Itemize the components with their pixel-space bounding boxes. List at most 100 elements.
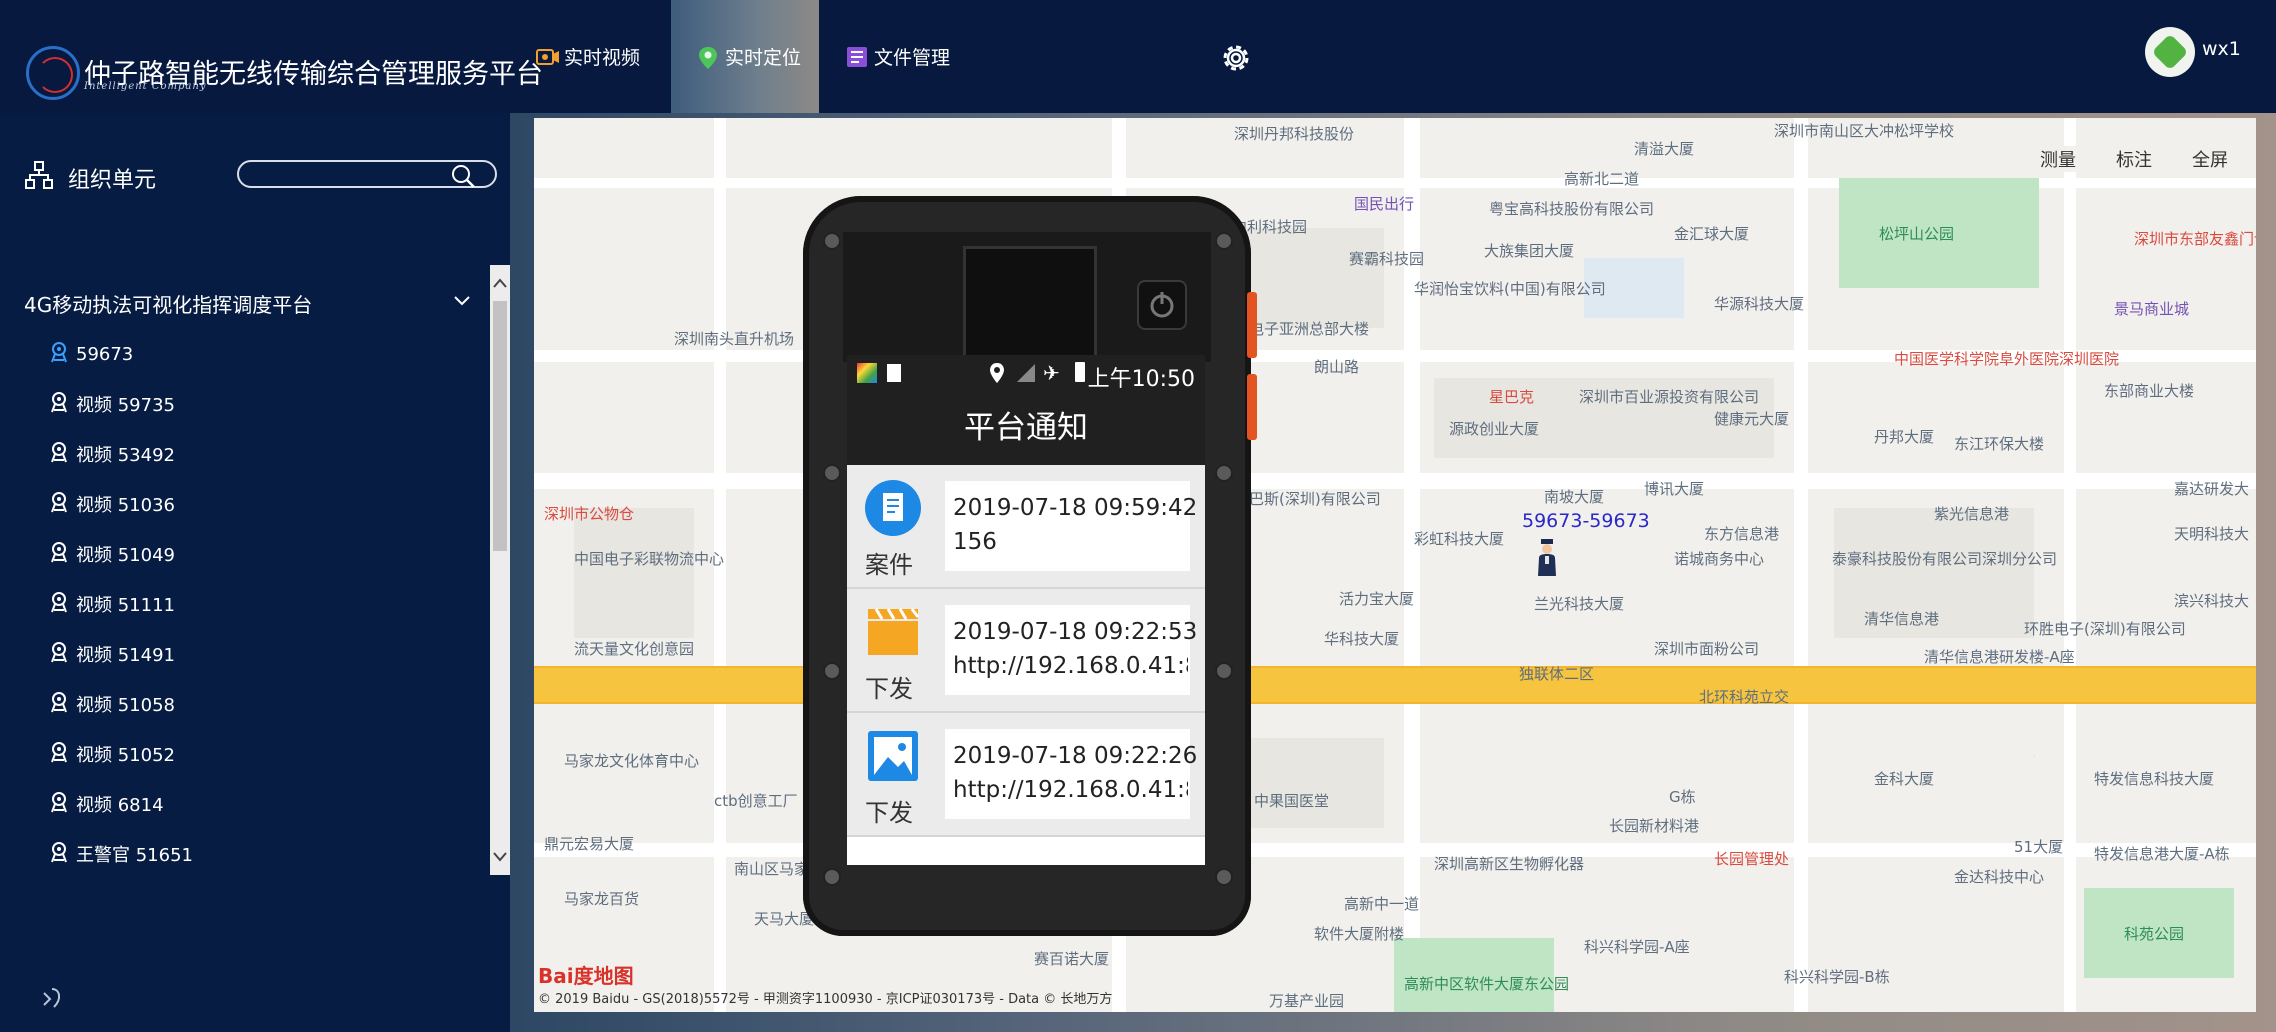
device-list-item[interactable]: 视频 51049 (48, 529, 193, 579)
device-list-item[interactable]: 视频 51036 (48, 479, 193, 529)
notification-time: 2019-07-18 09:22:53 (953, 619, 1198, 645)
officer-icon (48, 391, 76, 418)
map-label: 华科技大厦 (1324, 630, 1400, 648)
phone-screw (823, 868, 841, 886)
notification-card: 2019-07-18 09:22:53 http://192.168.0.41:… (945, 605, 1197, 695)
map-label: 粤宝高科技股份有限公司 (1489, 200, 1655, 218)
platform-subtitle: Intelligent Company (84, 81, 207, 92)
notification-item[interactable]: 案件 2019-07-18 09:59:42 156 (847, 465, 1205, 589)
notification-card: 2019-07-18 09:59:42 156 (945, 481, 1197, 571)
notification-detail: http://192.168.0.41:8... (953, 777, 1188, 803)
power-icon (1137, 280, 1187, 330)
map-road (534, 473, 2256, 489)
device-list-item[interactable]: 视频 6814 (48, 779, 193, 829)
police-officer-marker-icon[interactable] (1534, 538, 1560, 578)
map-label: 金达科技中心 (1954, 868, 2045, 886)
device-list-item-label: 视频 51049 (76, 545, 175, 566)
map-label: 深圳市公物仓 (544, 505, 635, 523)
notification-detail: http://192.168.0.41:8... (953, 653, 1188, 679)
nav-realtime-location-label: 实时定位 (725, 47, 802, 69)
airplane-mode-icon: ✈ (1043, 361, 1060, 385)
map-label: 天明科技大 (2174, 525, 2250, 543)
notification-item[interactable]: 下发 2019-07-18 09:22:53 http://192.168.0.… (847, 589, 1205, 713)
map-label: 景马商业城 (2114, 300, 2190, 318)
puzzle-icon (2151, 33, 2189, 71)
notification-item[interactable]: 下发 2019-07-18 09:22:26 http://192.168.0.… (847, 713, 1205, 837)
tree-root-label[interactable]: 4G移动执法可视化指挥调度平台 (24, 289, 312, 318)
device-list-item[interactable]: 59673 (48, 329, 193, 379)
scrollbar-thumb[interactable] (493, 301, 507, 551)
device-list-item[interactable]: 视频 51052 (48, 729, 193, 779)
collapse-panel-icon[interactable] (40, 985, 66, 1011)
officer-icon (48, 641, 76, 668)
map-label: 科兴科学园-B栋 (1784, 968, 1890, 986)
notification-type: 下发 (865, 799, 913, 827)
device-list-item[interactable]: 视频 51111 (48, 579, 193, 629)
map-label: 兰光科技大厦 (1534, 595, 1625, 613)
chevron-down-icon[interactable] (452, 291, 472, 311)
map-label: 中国电子彩联物流中心 (574, 550, 725, 568)
gear-icon[interactable] (1218, 40, 1254, 76)
map-label: 深圳丹邦科技股份 (1234, 125, 1355, 143)
map-label: G栋 (1669, 788, 1696, 806)
top-bar: 仲子路智能无线传输综合管理服务平台 Intelligent Company 实时… (0, 0, 2276, 113)
measure-tool-button[interactable]: 测量 (2040, 146, 2076, 172)
phone-screw (1215, 662, 1233, 680)
phone-status-bar: ✈ 上午10:50 (847, 355, 1205, 393)
scroll-up-icon[interactable] (492, 273, 508, 295)
device-list-item[interactable]: 视频 51491 (48, 629, 193, 679)
map-copyright: © 2019 Baidu - GS(2018)5572号 - 甲测资字11009… (538, 992, 1113, 1007)
map-label: 活力宝大厦 (1339, 590, 1415, 608)
marker-label: 59673-59673 (1522, 510, 1650, 532)
map-label: 独联体二区 (1519, 665, 1595, 683)
phone-camera (963, 246, 1097, 364)
map-label: 高新中区软件大厦东公园 (1404, 975, 1570, 993)
map-label: 滨兴科技大 (2174, 592, 2250, 610)
map-label: 清华信息港 (1864, 610, 1940, 628)
map-label: 深圳市东部友鑫门诊部 (2134, 230, 2256, 248)
map-label: 丹邦大厦 (1874, 428, 1935, 446)
map-label: 长园新材料港 (1609, 817, 1700, 835)
map-label: 深圳市百业源投资有限公司 (1579, 388, 1760, 406)
map-label: 华润怡宝饮料(中国)有限公司 (1414, 280, 1606, 298)
map-view[interactable]: 深圳丹邦科技股份 清溢大厦 深圳市南山区大冲松坪学校 高新北二道 国民出行 粤宝… (534, 118, 2256, 1012)
nav-file-management[interactable]: 文件管理 (846, 0, 950, 113)
device-phone-preview: ✈ 上午10:50 平台通知 案件 2019-07-18 09:59:42 15… (803, 196, 1257, 936)
tree-scrollbar[interactable] (490, 265, 510, 875)
search-icon[interactable] (450, 163, 476, 189)
nav-realtime-video[interactable]: 实时视频 (536, 0, 640, 113)
map-label: 特发信息港大厦-A栋 (2094, 845, 2230, 863)
nav-realtime-location[interactable]: 实时定位 (671, 0, 819, 113)
username[interactable]: wx1 (2202, 38, 2241, 60)
document-icon (864, 479, 922, 537)
device-list-item[interactable]: 视频 59735 (48, 379, 193, 429)
map-label: 鼎元宏易大厦 (544, 835, 635, 853)
mark-tool-button[interactable]: 标注 (2116, 146, 2152, 172)
fullscreen-button[interactable]: 全屏 (2192, 146, 2228, 172)
map-label: 环胜电子(深圳)有限公司 (2024, 620, 2186, 638)
map-label: 高新中一道 (1344, 895, 1420, 913)
officer-icon (48, 691, 76, 718)
map-label: 万基产业园 (1269, 992, 1345, 1010)
phone-screen: ✈ 上午10:50 平台通知 案件 2019-07-18 09:59:42 15… (847, 355, 1205, 865)
notification-time: 2019-07-18 09:22:26 (953, 743, 1198, 769)
map-label: 博讯大厦 (1644, 480, 1705, 498)
map-label: 深圳南头直升机场 (674, 330, 795, 348)
map-label: 东部商业大楼 (2104, 382, 2195, 400)
device-list-item[interactable]: 王警官 51651 (48, 829, 193, 879)
org-tree: 4G移动执法可视化指挥调度平台 59673 视频 59735 视频 53492 视频 … (0, 265, 490, 875)
sidebar-title: 组织单元 (68, 168, 157, 193)
device-list-item[interactable]: 视频 51058 (48, 679, 193, 729)
device-list-item-label: 视频 51491 (76, 645, 175, 666)
map-label: ctb创意工厂 (714, 792, 798, 810)
map-toolbar: 测量 标注 全屏 (2040, 146, 2228, 172)
scroll-down-icon[interactable] (492, 845, 508, 867)
avatar[interactable] (2145, 27, 2195, 77)
location-status-icon (989, 362, 1005, 390)
officer-icon (48, 591, 76, 618)
baidu-map-logo: Bai度地图 (538, 964, 634, 988)
device-list-item-label: 视频 51111 (76, 595, 175, 616)
map-label: 清华信息港研发楼-A座 (1924, 648, 2075, 666)
device-list-item[interactable]: 视频 53492 (48, 429, 193, 479)
map-block (574, 508, 694, 638)
